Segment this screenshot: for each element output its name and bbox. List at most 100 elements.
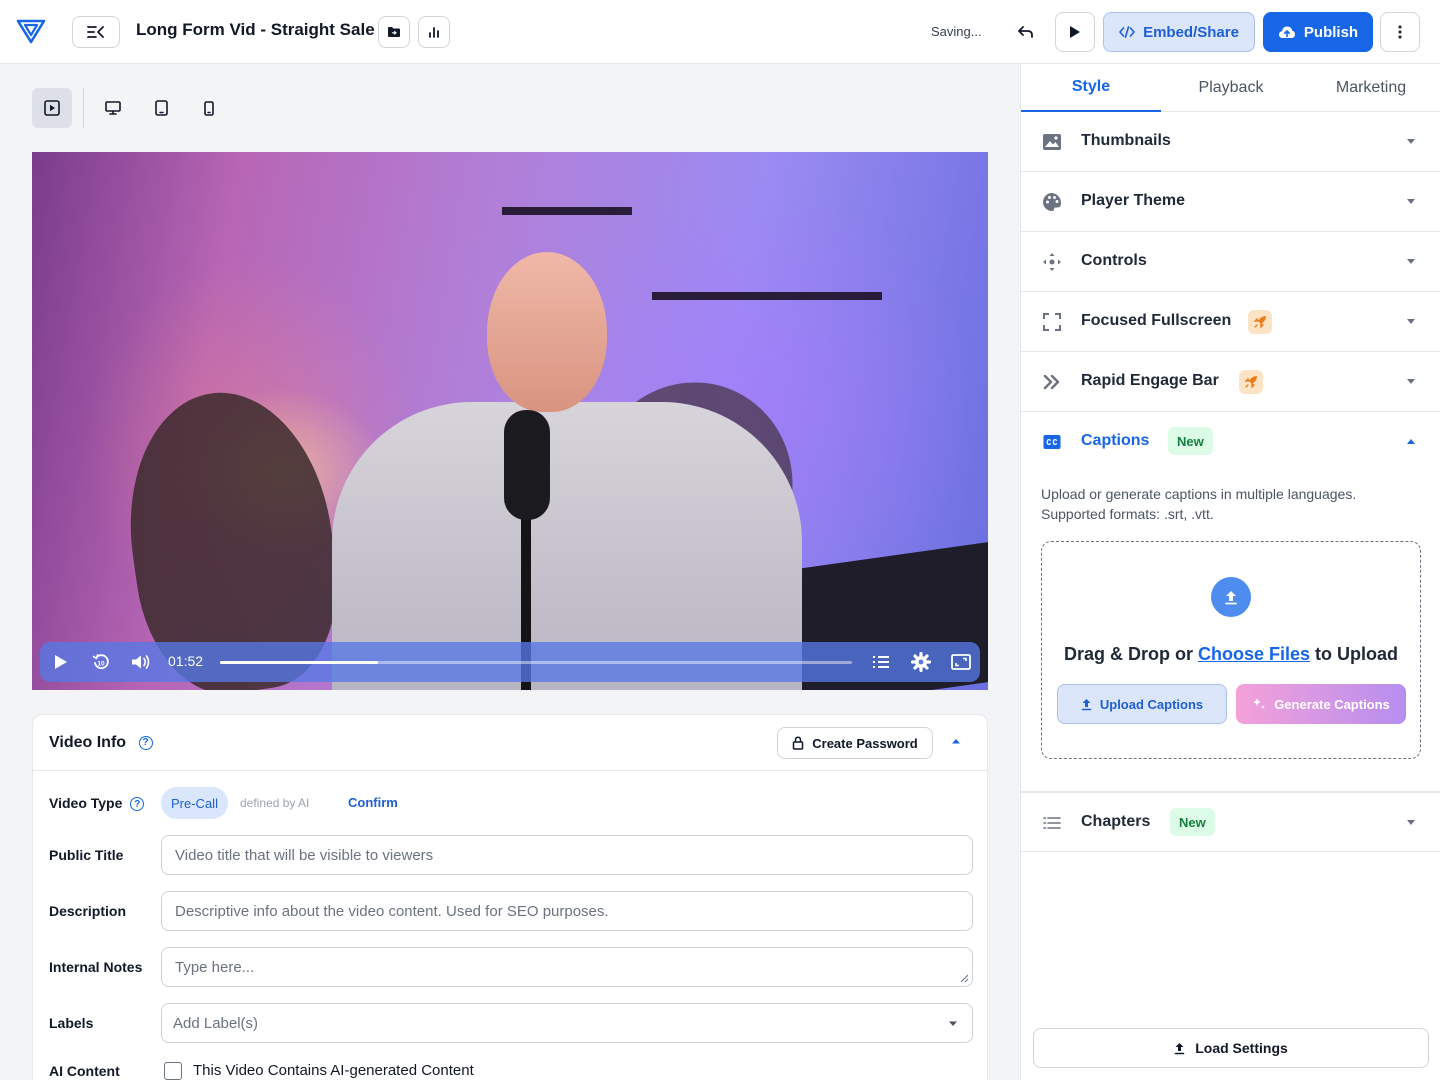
tab-style[interactable]: Style [1021, 64, 1161, 112]
section-captions-label[interactable]: Captions [1081, 432, 1149, 450]
video-info-header: Video Info ? Create Password [33, 715, 989, 771]
undo-button[interactable] [1014, 20, 1038, 44]
embed-share-button[interactable]: Embed/Share [1103, 12, 1255, 52]
play-button[interactable] [50, 652, 72, 672]
video-scene-microphone [504, 410, 550, 520]
video-info-title: Video Info ? [49, 734, 153, 752]
upload-captions-label: Upload Captions [1099, 696, 1204, 712]
section-rapid-engage-bar-label: Rapid Engage Bar [1081, 372, 1219, 389]
ai-content-checkbox[interactable] [164, 1062, 182, 1080]
public-title-label: Public Title [49, 847, 124, 863]
dropzone-suffix: to Upload [1310, 644, 1399, 664]
cloud-upload-icon [1278, 26, 1295, 38]
desktop-view-button[interactable] [103, 98, 123, 118]
play-icon [55, 655, 67, 669]
internal-notes-label: Internal Notes [49, 959, 143, 975]
chevron-down-icon [1407, 379, 1415, 384]
internal-notes-placeholder: Type here... [175, 958, 255, 976]
section-rapid-engage-bar[interactable]: Rapid Engage Bar [1021, 352, 1440, 412]
chevron-down-icon [949, 1021, 957, 1026]
public-title-input[interactable]: Video title that will be visible to view… [161, 835, 973, 875]
generate-captions-label: Generate Captions [1274, 696, 1390, 712]
bar-chart-icon [429, 27, 439, 38]
video-scene-shelf [502, 207, 632, 215]
chevron-up-icon[interactable] [1407, 439, 1415, 444]
upload-captions-button[interactable]: Upload Captions [1057, 684, 1227, 724]
create-password-button[interactable]: Create Password [777, 727, 933, 759]
more-options-button[interactable] [1380, 12, 1420, 52]
choose-files-link[interactable]: Choose Files [1198, 644, 1310, 664]
list-icon [1041, 812, 1063, 834]
dropzone-prefix: Drag & Drop or [1063, 644, 1198, 664]
section-player-theme-label: Player Theme [1081, 192, 1186, 209]
preview-button[interactable] [1055, 12, 1095, 52]
resize-handle-icon[interactable] [960, 974, 969, 983]
settings-tabs: Style Playback Marketing [1021, 64, 1440, 112]
volume-button[interactable] [130, 652, 152, 672]
player-view-button[interactable] [32, 88, 72, 128]
fullscreen-button[interactable] [950, 652, 972, 672]
video-scene-person-head [487, 252, 607, 412]
help-icon[interactable]: ? [130, 797, 145, 812]
generate-captions-button[interactable]: Generate Captions [1236, 684, 1406, 724]
ai-content-checkbox-label[interactable]: This Video Contains AI-generated Content [193, 1062, 474, 1079]
analytics-button[interactable] [418, 16, 450, 48]
volume-icon [132, 655, 150, 669]
dropzone-text: Drag & Drop or Choose Files to Upload [1042, 644, 1420, 665]
toolbar-divider [83, 88, 84, 128]
load-settings-label: Load Settings [1195, 1040, 1288, 1056]
player-frame-icon [44, 100, 60, 116]
double-chevron-right-icon [1041, 371, 1063, 393]
chevron-down-icon [1407, 199, 1415, 204]
list-icon [873, 656, 889, 668]
video-type-pill[interactable]: Pre-Call [161, 787, 228, 819]
confirm-video-type-button[interactable]: Confirm [348, 795, 398, 810]
description-input[interactable]: Descriptive info about the video content… [161, 891, 973, 931]
rocket-icon [1239, 370, 1263, 394]
section-thumbnails[interactable]: Thumbnails [1021, 112, 1440, 172]
chevron-down-icon [1407, 139, 1415, 144]
tab-marketing[interactable]: Marketing [1301, 64, 1440, 112]
lock-icon [793, 736, 804, 750]
upload-arrow-icon [1211, 577, 1251, 617]
play-icon [1070, 26, 1080, 38]
captions-description: Upload or generate captions in multiple … [1041, 486, 1357, 522]
labels-select[interactable]: Add Label(s) [161, 1003, 973, 1043]
mobile-icon [204, 100, 214, 116]
progress-fill [220, 661, 378, 664]
app-logo[interactable] [16, 18, 46, 44]
tab-playback[interactable]: Playback [1161, 64, 1301, 112]
section-focused-fullscreen[interactable]: Focused Fullscreen [1021, 292, 1440, 352]
move-folder-button[interactable] [378, 16, 410, 48]
collapse-icon [87, 26, 104, 38]
captions-dropzone[interactable]: Drag & Drop or Choose Files to Upload Up… [1041, 541, 1421, 759]
section-thumbnails-label: Thumbnails [1081, 132, 1171, 149]
section-player-theme[interactable]: Player Theme [1021, 172, 1440, 232]
internal-notes-textarea[interactable]: Type here... [161, 947, 973, 987]
publish-label: Publish [1303, 23, 1359, 41]
collapse-chevron-icon[interactable] [951, 737, 961, 745]
chevron-down-icon [1407, 259, 1415, 264]
load-settings-button[interactable]: Load Settings [1033, 1028, 1429, 1068]
rewind-button[interactable]: 10 [90, 652, 112, 672]
chapters-list-button[interactable] [870, 652, 892, 672]
video-info-card: Video Info ? Create Password Video Type … [32, 714, 989, 1080]
gear-icon [911, 652, 931, 672]
video-type-label: Video Type ? [49, 795, 145, 812]
mobile-view-button[interactable] [199, 98, 219, 118]
upload-icon [1174, 1042, 1185, 1054]
chevron-down-icon [1407, 319, 1415, 324]
progress-bar[interactable] [220, 661, 852, 664]
tablet-view-button[interactable] [151, 98, 171, 118]
collapse-sidebar-button[interactable] [72, 16, 120, 48]
video-player[interactable]: 10 01:52 [32, 152, 988, 690]
section-chapters-label: Chapters [1081, 813, 1151, 830]
section-controls[interactable]: Controls [1021, 232, 1440, 292]
top-bar: Long Form Vid - Straight Sale Saving... … [0, 0, 1440, 64]
settings-button[interactable] [910, 652, 932, 672]
ai-defined-note: defined by AI [240, 796, 310, 810]
publish-button[interactable]: Publish [1263, 12, 1373, 52]
help-icon[interactable]: ? [138, 735, 153, 750]
video-title[interactable]: Long Form Vid - Straight Sale [136, 20, 375, 40]
section-chapters[interactable]: Chapters New [1021, 792, 1440, 852]
